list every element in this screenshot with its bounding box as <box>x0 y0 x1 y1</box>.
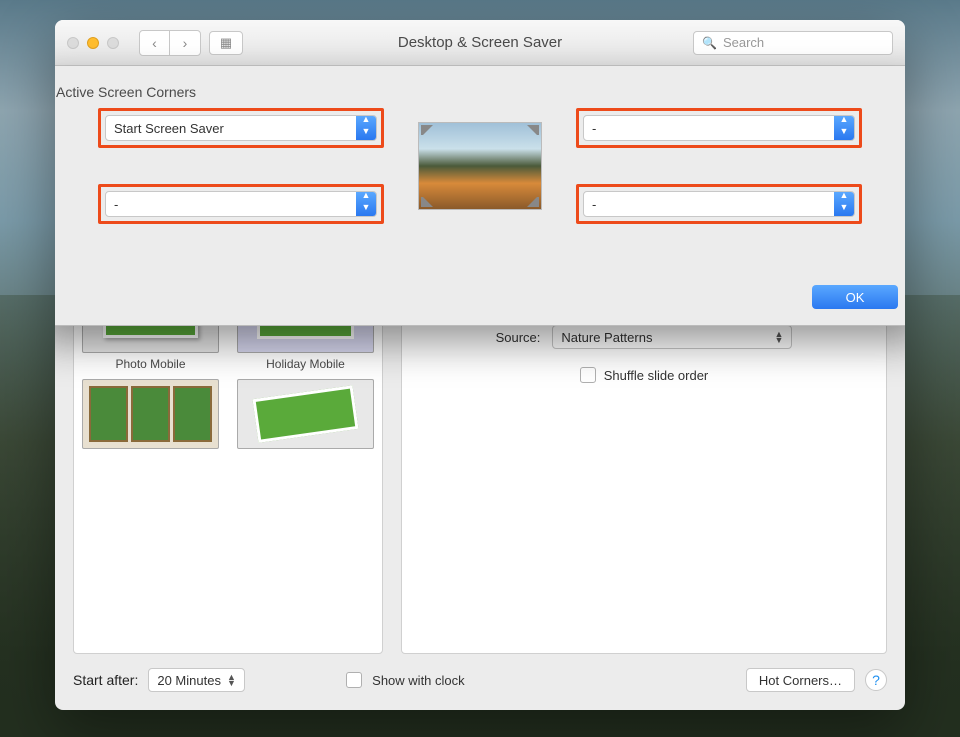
saver-label: Photo Mobile <box>115 357 185 371</box>
display-thumbnail <box>418 122 542 210</box>
shuffle-checkbox[interactable] <box>580 367 596 383</box>
highlight: - ▲▼ <box>576 184 862 224</box>
active-corners-sheet: Active Screen Corners Start Screen Saver… <box>55 66 905 326</box>
start-after-label: Start after: <box>73 672 138 688</box>
saver-label: Holiday Mobile <box>266 357 345 371</box>
corner-indicator-icon <box>421 195 433 207</box>
highlight: - ▲▼ <box>576 108 862 148</box>
corner-bottom-left-dropdown[interactable]: - ▲▼ <box>105 191 377 217</box>
zoom-window-button[interactable] <box>107 37 119 49</box>
corner-indicator-icon <box>527 125 539 137</box>
sheet-title: Active Screen Corners <box>56 84 862 100</box>
start-after-value: 20 Minutes <box>157 673 221 688</box>
grid-icon: ▦ <box>220 35 232 51</box>
source-label: Source: <box>496 330 541 345</box>
start-after-dropdown[interactable]: 20 Minutes ▲▼ <box>148 668 245 692</box>
corner-top-left-dropdown[interactable]: Start Screen Saver ▲▼ <box>105 115 377 141</box>
close-window-button[interactable] <box>67 37 79 49</box>
nav-buttons: ‹ › <box>139 30 201 56</box>
back-button[interactable]: ‹ <box>140 31 170 55</box>
preferences-window: ‹ › ▦ Desktop & Screen Saver 🔍 Search Re… <box>55 20 905 710</box>
stepper-icon: ▲▼ <box>227 674 236 686</box>
hot-corners-label: Hot Corners… <box>759 673 842 688</box>
search-placeholder: Search <box>723 35 764 50</box>
highlight: - ▲▼ <box>98 184 384 224</box>
source-value: Nature Patterns <box>561 330 652 345</box>
source-dropdown[interactable]: Nature Patterns ▲▼ <box>552 325 792 349</box>
show-all-button[interactable]: ▦ <box>209 31 243 55</box>
saver-item[interactable] <box>237 379 374 449</box>
dropdown-cap-icon: ▲▼ <box>834 116 854 140</box>
saver-item[interactable] <box>82 379 219 449</box>
corner-value: - <box>106 197 356 212</box>
minimize-window-button[interactable] <box>87 37 99 49</box>
corner-value: - <box>584 121 834 136</box>
titlebar: ‹ › ▦ Desktop & Screen Saver 🔍 Search <box>55 20 905 66</box>
highlight: Start Screen Saver ▲▼ <box>98 108 384 148</box>
shuffle-label: Shuffle slide order <box>604 368 709 383</box>
corner-indicator-icon <box>421 125 433 137</box>
corner-indicator-icon <box>527 195 539 207</box>
show-with-clock-checkbox[interactable] <box>346 672 362 688</box>
dropdown-cap-icon: ▲▼ <box>356 116 376 140</box>
hot-corners-button[interactable]: Hot Corners… <box>746 668 855 692</box>
stepper-icon: ▲▼ <box>774 331 783 343</box>
search-field[interactable]: 🔍 Search <box>693 31 893 55</box>
ok-button[interactable]: OK <box>812 285 898 309</box>
help-button[interactable]: ? <box>865 669 887 691</box>
footer-bar: Start after: 20 Minutes ▲▼ Show with clo… <box>73 654 887 692</box>
corner-bottom-right-dropdown[interactable]: - ▲▼ <box>583 191 855 217</box>
window-title: Desktop & Screen Saver <box>398 34 562 51</box>
dropdown-cap-icon: ▲▼ <box>356 192 376 216</box>
show-with-clock-label: Show with clock <box>372 673 464 688</box>
dropdown-cap-icon: ▲▼ <box>834 192 854 216</box>
forward-button[interactable]: › <box>170 31 200 55</box>
corner-top-right-dropdown[interactable]: - ▲▼ <box>583 115 855 141</box>
window-controls <box>67 37 119 49</box>
search-icon: 🔍 <box>702 36 717 50</box>
corner-value: Start Screen Saver <box>106 121 356 136</box>
corner-value: - <box>584 197 834 212</box>
